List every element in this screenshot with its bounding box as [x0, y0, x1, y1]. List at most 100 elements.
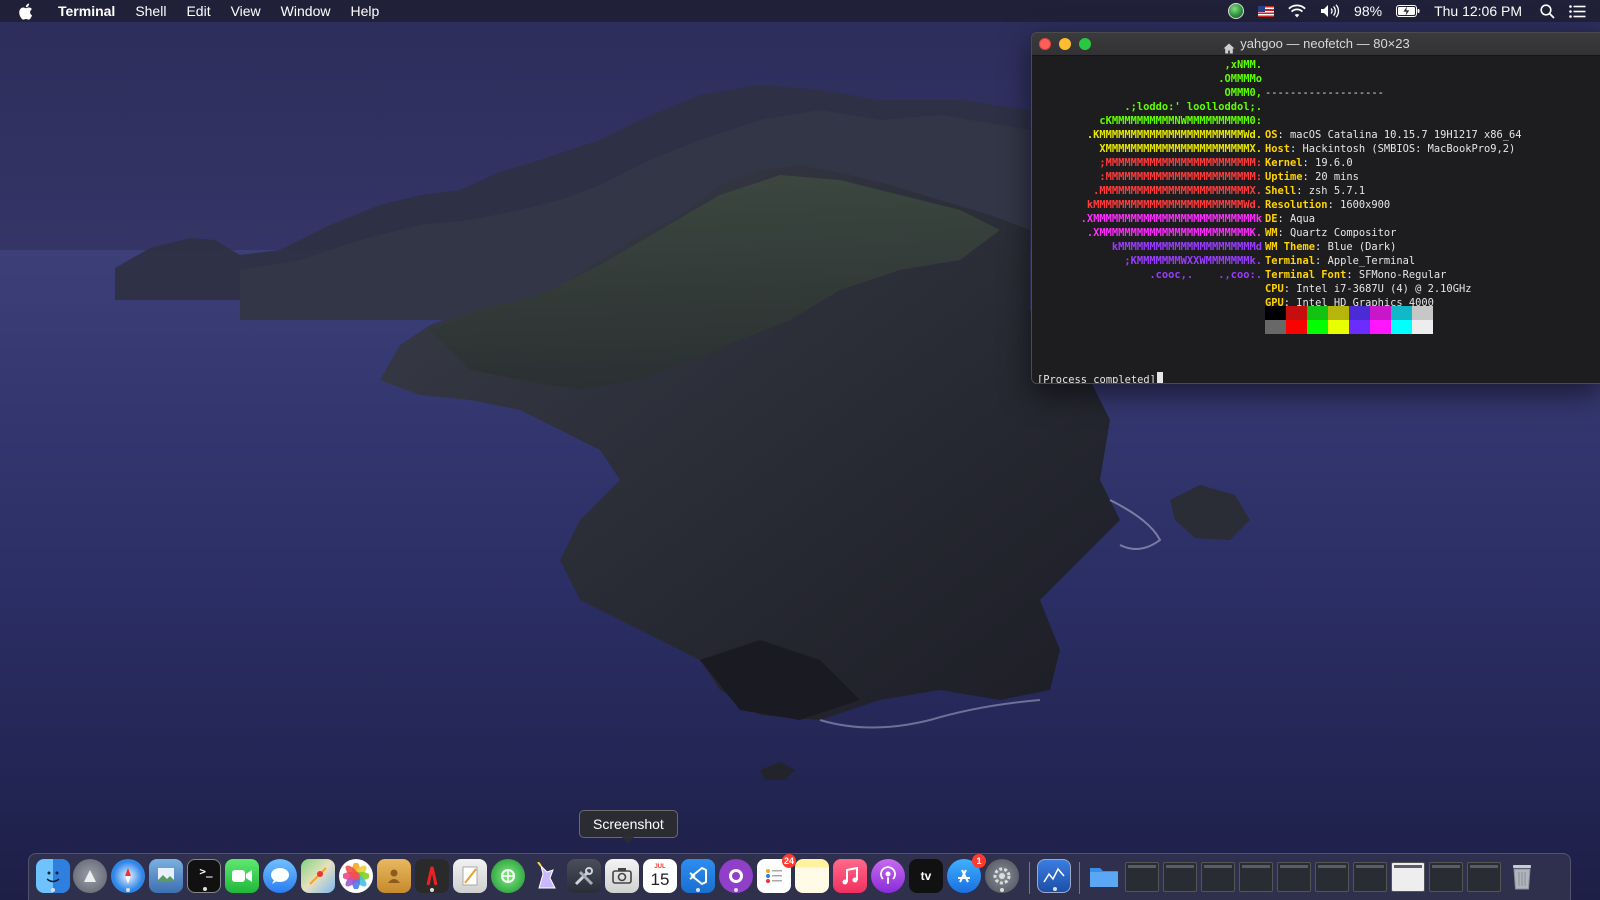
info-row: Terminal: Apple_Terminal	[1265, 254, 1522, 268]
pdf-reader-icon[interactable]	[415, 859, 449, 893]
terminal-window[interactable]: yahgoo — neofetch — 80×23 ,xNMM. .OMMMMo O…	[1031, 32, 1600, 384]
intel-power-gadget-icon[interactable]	[1037, 859, 1071, 893]
minimized-window[interactable]	[1163, 862, 1197, 892]
minimized-window[interactable]	[1467, 862, 1501, 892]
minimized-window[interactable]	[1277, 862, 1311, 892]
color-swatch	[1370, 306, 1391, 320]
logo-line: ;KMMMMMMMWXXWMMMMMMMk.	[1124, 255, 1262, 267]
menu-window[interactable]: Window	[271, 0, 341, 22]
menu-edit[interactable]: Edit	[176, 0, 220, 22]
running-indicator	[696, 888, 700, 892]
spotlight-search-icon[interactable]	[1540, 3, 1555, 19]
launchpad-icon[interactable]	[73, 859, 107, 893]
info-value: 1600x900	[1340, 199, 1391, 211]
safari-icon[interactable]	[111, 859, 145, 893]
info-separator: :	[1290, 143, 1303, 155]
info-key: OS	[1265, 129, 1278, 141]
terminal-titlebar[interactable]: yahgoo — neofetch — 80×23	[1032, 33, 1600, 56]
minimized-window[interactable]	[1201, 862, 1235, 892]
trash-icon[interactable]	[1505, 859, 1539, 893]
system-preferences-icon[interactable]	[985, 859, 1019, 893]
minimized-window[interactable]	[1353, 862, 1387, 892]
info-separator: :	[1315, 255, 1328, 267]
podcasts-icon[interactable]	[871, 859, 905, 893]
process-completed-text: [Process completed]	[1037, 374, 1156, 384]
battery-icon[interactable]	[1396, 5, 1420, 17]
textedit-icon[interactable]	[453, 859, 487, 893]
info-separator: :	[1302, 171, 1316, 183]
minimized-window[interactable]	[1239, 862, 1273, 892]
neofetch-apple-logo: ,xNMM. .OMMMMo OMMM0, .;loddo:' loolloddol;…	[1032, 58, 1262, 282]
notes-icon[interactable]	[795, 859, 829, 893]
cleaner-app-icon[interactable]	[491, 859, 525, 893]
app-store-icon[interactable]: 1	[947, 854, 986, 893]
github-desktop-icon[interactable]	[719, 859, 753, 893]
terminal-dock-icon[interactable]: >_	[187, 859, 221, 893]
color-swatch	[1370, 320, 1391, 334]
minimize-window-button[interactable]	[1059, 38, 1071, 50]
reminders-icon[interactable]: 24	[757, 854, 796, 893]
photos-icon[interactable]	[339, 859, 373, 893]
maps-icon[interactable]	[301, 859, 335, 893]
apple-menu-icon[interactable]	[18, 3, 38, 20]
info-row: Shell: zsh 5.7.1	[1265, 184, 1522, 198]
info-row: CPU: Intel i7-3687U (4) @ 2.10GHz	[1265, 282, 1522, 296]
info-separator: :	[1283, 283, 1297, 295]
menu-view[interactable]: View	[221, 0, 271, 22]
info-value: Hackintosh (SMBIOS: MacBookPro9,2)	[1302, 143, 1516, 155]
menubar-clock[interactable]: Thu 12:06 PM	[1434, 3, 1522, 19]
color-swatch	[1265, 306, 1286, 320]
calendar-icon[interactable]: JUL 15	[643, 859, 677, 893]
utilities-tools-icon[interactable]	[567, 859, 601, 893]
vscode-icon[interactable]	[681, 859, 715, 893]
color-swatch	[1307, 306, 1328, 320]
info-key: DE	[1265, 213, 1278, 225]
apple-tv-label: tv	[920, 869, 932, 883]
info-key: CPU	[1265, 283, 1284, 295]
logo-line: kMMMMMMMMMMMMMMMMMMMMMMd	[1111, 241, 1262, 253]
color-swatch	[1412, 306, 1433, 320]
info-separator: :	[1277, 129, 1291, 141]
messages-icon[interactable]	[263, 859, 297, 893]
logo-line: XMMMMMMMMMMMMMMMMMMMMMMMX.	[1099, 143, 1262, 155]
facetime-icon[interactable]	[225, 859, 259, 893]
unicorn-app-icon[interactable]	[529, 859, 563, 893]
info-key: Shell	[1265, 185, 1297, 197]
menu-help[interactable]: Help	[340, 0, 389, 22]
apple-tv-icon[interactable]: tv	[909, 859, 943, 893]
dock-tooltip: Screenshot	[579, 810, 678, 844]
close-window-button[interactable]	[1039, 38, 1051, 50]
music-icon[interactable]	[833, 859, 867, 893]
notification-center-icon[interactable]	[1569, 4, 1586, 18]
minimized-window[interactable]	[1315, 862, 1349, 892]
info-value: SFMono-Regular	[1358, 269, 1447, 281]
info-value: macOS Catalina 10.15.7 19H1217 x86_64	[1290, 129, 1522, 141]
preview-icon[interactable]	[149, 859, 183, 893]
wifi-icon[interactable]	[1288, 4, 1306, 18]
screenshot-icon[interactable]	[605, 859, 639, 893]
info-key: WM	[1265, 227, 1278, 239]
info-separator: :	[1277, 227, 1291, 239]
calendar-day: 15	[650, 870, 670, 889]
folder-icon[interactable]	[1087, 859, 1121, 893]
menu-app-terminal[interactable]: Terminal	[52, 0, 125, 22]
info-key: Kernel	[1265, 157, 1303, 169]
color-swatch	[1349, 320, 1370, 334]
logo-line: .cooc,. .,coo:.	[1149, 269, 1262, 281]
info-separator: :	[1296, 185, 1309, 197]
logo-line: kMMMMMMMMMMMMMMMMMMMMMMMMWd.	[1086, 199, 1262, 211]
volume-icon[interactable]	[1320, 4, 1340, 18]
menu-shell[interactable]: Shell	[125, 0, 176, 22]
zoom-window-button[interactable]	[1079, 38, 1091, 50]
finder-icon[interactable]	[36, 859, 70, 893]
minimized-window[interactable]	[1391, 862, 1425, 892]
globe-status-icon[interactable]	[1228, 3, 1245, 19]
color-swatch	[1391, 306, 1412, 320]
contacts-icon[interactable]	[377, 859, 411, 893]
minimized-window[interactable]	[1125, 862, 1159, 892]
minimized-window[interactable]	[1429, 862, 1463, 892]
battery-percentage[interactable]: 98%	[1354, 3, 1382, 19]
input-source-flag-icon[interactable]	[1258, 5, 1275, 17]
info-row: Kernel: 19.6.0	[1265, 156, 1522, 170]
info-value: Intel i7-3687U (4) @ 2.10GHz	[1296, 283, 1472, 295]
